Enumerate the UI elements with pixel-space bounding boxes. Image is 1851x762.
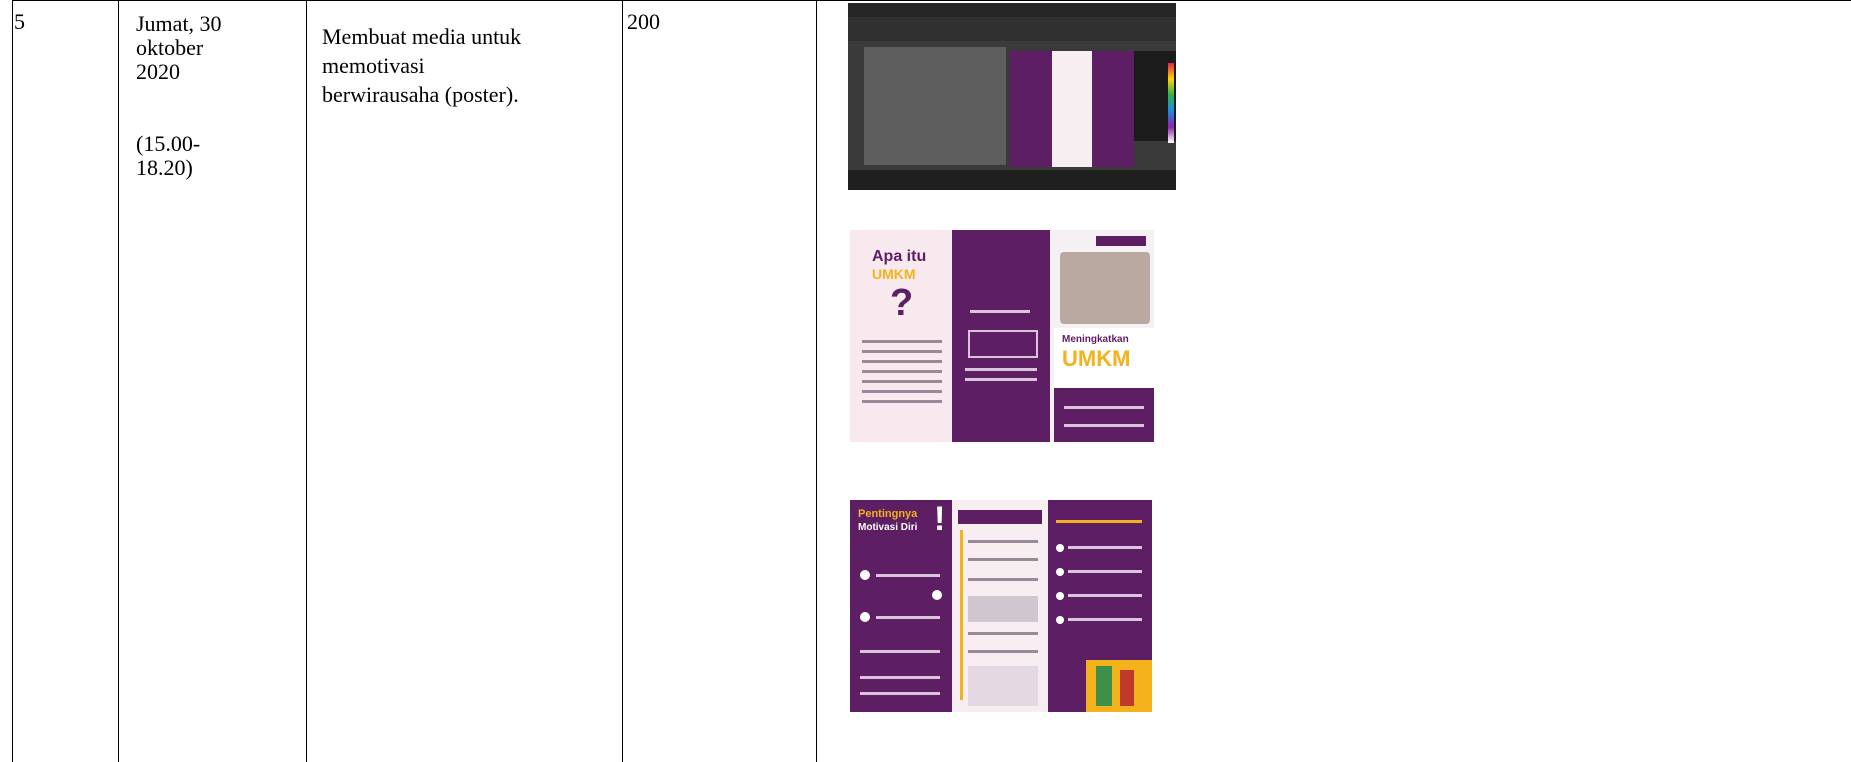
activity-line-1: Membuat media untuk	[322, 24, 522, 49]
table-border-1	[118, 0, 119, 762]
brochure-inside-image: Pentingnya Motivasi Diri !	[850, 500, 1152, 712]
activity-line-2: memotivasi	[322, 53, 425, 78]
table-border-2	[306, 0, 307, 762]
inside-heading-1: Pentingnya	[858, 508, 918, 520]
outside-heading-2: UMKM	[872, 266, 916, 282]
duration-value: 200	[627, 9, 660, 34]
inside-exclamation: !	[934, 500, 946, 538]
table-border-left	[12, 0, 13, 762]
cover-heading-2: UMKM	[1062, 346, 1131, 371]
date-line-3: 2020	[136, 59, 180, 84]
date-line-2: oktober	[136, 35, 204, 60]
row-number: 5	[14, 9, 25, 34]
brochure-outside-image: Apa itu UMKM ? Meningkatkan UMKM	[850, 230, 1154, 442]
time-line-1: (15.00-	[136, 131, 201, 156]
table-border-3	[622, 0, 623, 762]
activity-line-3: berwirausaha (poster).	[322, 82, 519, 107]
cover-heading-1: Meningkatkan	[1062, 334, 1129, 345]
date-cell: Jumat, 30 oktober 2020 (15.00- 18.20)	[136, 12, 296, 180]
editor-screenshot-image	[848, 3, 1176, 190]
time-line-2: 18.20)	[136, 155, 193, 180]
outside-heading-1: Apa itu	[872, 248, 927, 265]
activity-cell: Membuat media untuk memotivasi berwiraus…	[322, 22, 622, 109]
date-line-1: Jumat, 30	[136, 11, 222, 36]
table-border-4	[816, 0, 817, 762]
inside-heading-2: Motivasi Diri	[858, 522, 918, 533]
table-border-top	[12, 0, 1851, 1]
outside-question-mark: ?	[890, 282, 914, 324]
